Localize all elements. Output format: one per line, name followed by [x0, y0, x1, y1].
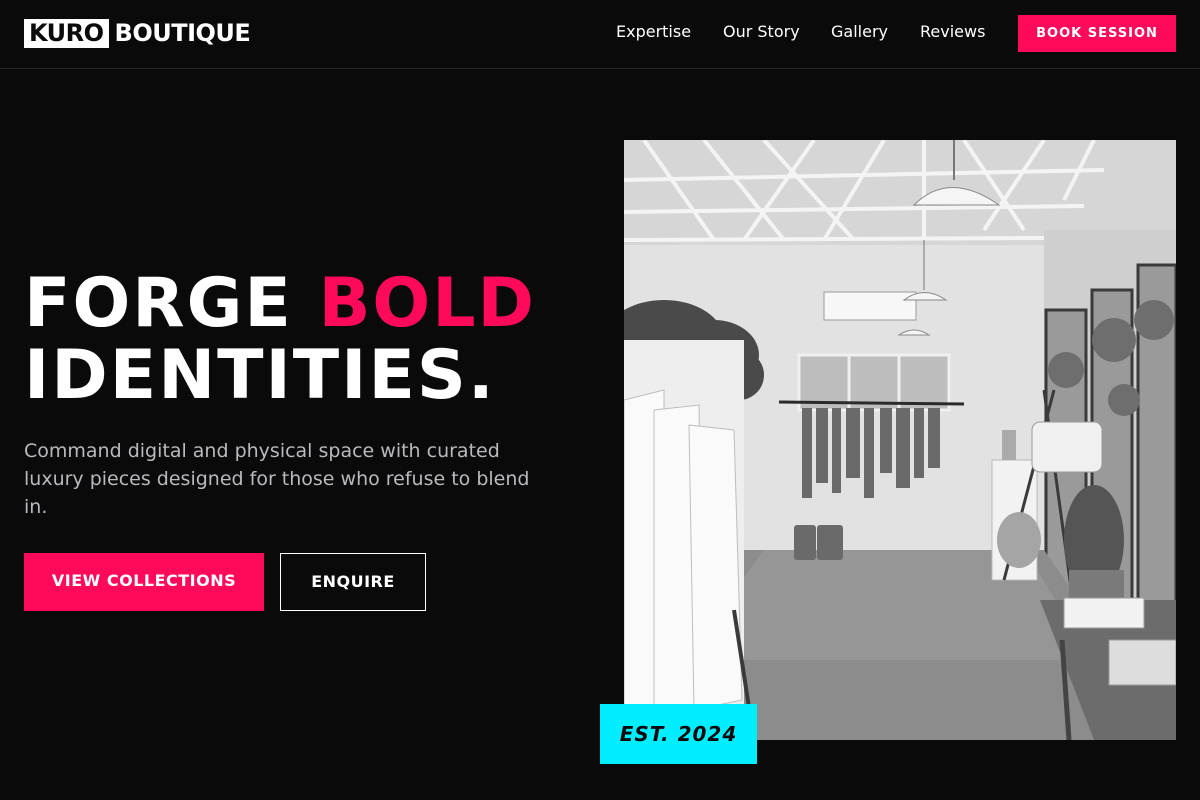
nav-link-expertise[interactable]: Expertise [616, 22, 691, 42]
logo-wordmark: BOUTIQUE [114, 19, 251, 47]
view-collections-button[interactable]: VIEW COLLECTIONS [24, 553, 264, 611]
book-session-button[interactable]: BOOK SESSION [1018, 15, 1176, 52]
enquire-button[interactable]: ENQUIRE [280, 553, 426, 611]
headline-word-bold: BOLD [318, 264, 536, 343]
hero-subtext: Command digital and physical space with … [24, 440, 530, 518]
logo-mark: KURO [24, 19, 109, 48]
site-header: KURO BOUTIQUE Expertise Our Story Galler… [0, 0, 1200, 69]
headline-word-identities: IDENTITIES. [24, 336, 496, 415]
boutique-interior-photo [624, 140, 1176, 740]
headline-word-forge: FORGE [24, 264, 293, 343]
hero-headline: FORGE BOLD IDENTITIES. [24, 268, 536, 412]
nav-link-our-story[interactable]: Our Story [723, 22, 800, 42]
established-badge: EST. 2024 [600, 704, 757, 764]
brand-logo[interactable]: KURO BOUTIQUE [24, 19, 251, 48]
nav-link-gallery[interactable]: Gallery [831, 22, 888, 42]
nav-link-reviews[interactable]: Reviews [920, 22, 985, 42]
